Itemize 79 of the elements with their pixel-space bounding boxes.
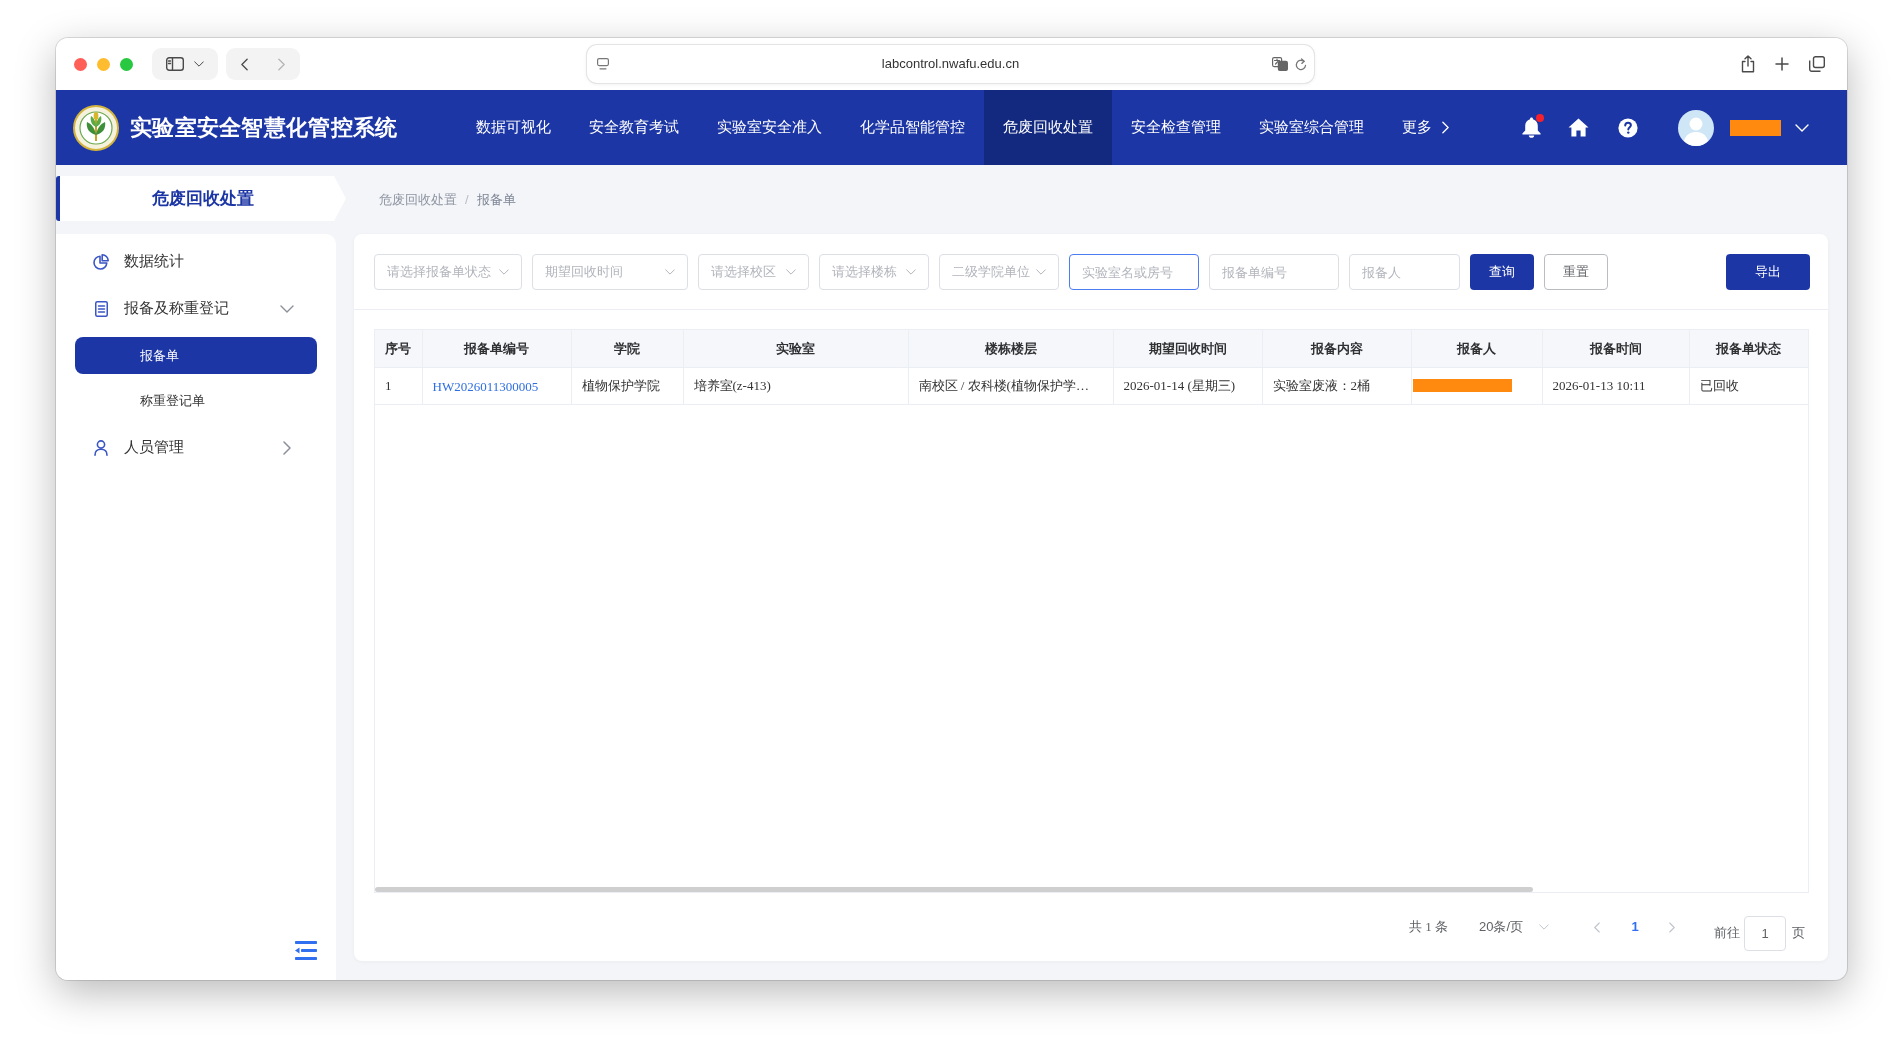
nav-tab[interactable]: 安全检查管理 (1112, 90, 1240, 165)
table-cell: 2026-01-13 10:11 (1542, 367, 1689, 404)
column-header: 序号 (375, 330, 422, 367)
table-cell: 植物保护学院 (571, 367, 683, 404)
close-window-button[interactable] (74, 57, 87, 71)
total-count: 共 1 条 (1408, 918, 1448, 937)
chevron-down-icon (665, 269, 675, 275)
nav-tab[interactable]: 数据可视化 (457, 90, 570, 165)
home-icon[interactable] (1568, 118, 1589, 137)
sidebar-menu-item[interactable]: 报备及称重登记 (56, 285, 336, 332)
column-header: 报备时间 (1542, 330, 1689, 367)
chevron-down-icon (906, 269, 916, 275)
person-icon (94, 439, 108, 456)
chevron-right-icon (1669, 921, 1675, 933)
nav-tab[interactable]: 危废回收处置 (984, 90, 1112, 165)
column-header: 报备单状态 (1689, 330, 1808, 367)
chevron-down-icon (1539, 924, 1549, 930)
table-cell: 培养室(z-413) (683, 367, 908, 404)
sidebar-menu-item[interactable]: 人员管理 (56, 424, 336, 471)
collapse-menu-icon[interactable] (295, 941, 317, 960)
nav-tab[interactable]: 安全教育考试 (570, 90, 698, 165)
chevron-down-icon (499, 269, 509, 275)
column-header: 期望回收时间 (1113, 330, 1262, 367)
chevron-down-icon (194, 61, 204, 67)
search-button[interactable]: 查询 (1470, 254, 1534, 290)
chevron-left-icon (1594, 921, 1600, 933)
pie-chart-icon (93, 253, 109, 270)
goto-label: 前往 (1714, 924, 1740, 943)
reload-icon[interactable] (1295, 57, 1307, 71)
horizontal-scrollbar[interactable] (375, 887, 1533, 892)
sidebar-toggle-button[interactable] (152, 48, 218, 80)
column-header: 学院 (571, 330, 683, 367)
text-input[interactable]: 实验室名或房号 (1069, 254, 1199, 290)
report-number-link[interactable]: HW2026011300005 (432, 378, 539, 394)
page-number-button[interactable]: 1 (1621, 913, 1649, 941)
new-tab-icon[interactable] (1775, 57, 1789, 71)
redaction-block (1730, 119, 1781, 136)
translate-icon[interactable] (1272, 57, 1288, 71)
table-cell: 南校区 / 农科楼(植物保护学… (908, 367, 1113, 404)
chevron-down-icon (786, 269, 796, 275)
table-cell: 1 (375, 367, 422, 404)
page-size-select[interactable]: 20条/页 (1478, 917, 1549, 937)
breadcrumb-separator: / (465, 190, 469, 209)
section-heading-card: 危废回收处置 (56, 176, 346, 221)
page-suffix: 页 (1792, 924, 1805, 943)
chevron-down-icon (1795, 123, 1809, 132)
column-header: 报备单编号 (422, 330, 571, 367)
reset-button[interactable]: 重置 (1544, 254, 1608, 290)
app-title: 实验室安全智慧化管控系统 (130, 114, 398, 142)
column-header: 报备人 (1411, 330, 1542, 367)
column-header: 楼栋楼层 (908, 330, 1113, 367)
page-input[interactable]: 1 (1744, 915, 1786, 951)
chevron-right-icon (278, 57, 285, 71)
export-button[interactable]: 导出 (1726, 254, 1810, 290)
sidebar-icon (166, 57, 184, 71)
chevron-left-icon (241, 57, 248, 71)
avatar-icon[interactable] (1678, 109, 1714, 146)
table-cell: 已回收 (1689, 367, 1808, 404)
bell-icon[interactable] (1522, 117, 1541, 138)
page-menu-icon[interactable] (597, 58, 609, 70)
nav-tab[interactable]: 实验室综合管理 (1240, 90, 1383, 165)
nav-tab[interactable]: 化学品智能管控 (841, 90, 984, 165)
breadcrumb-current: 报备单 (476, 190, 516, 209)
table-cell: 实验室废液：2桶 (1262, 367, 1411, 404)
address-bar[interactable]: labcontrol.nwafu.edu.cn (587, 45, 1314, 83)
column-header: 报备内容 (1262, 330, 1411, 367)
nav-tab[interactable]: 实验室安全准入 (698, 90, 841, 165)
chevron-down-icon (1036, 269, 1046, 275)
share-icon[interactable] (1741, 55, 1755, 73)
document-icon (94, 300, 108, 317)
column-header: 实验室 (683, 330, 908, 367)
help-icon[interactable] (1618, 117, 1638, 138)
wheat-emblem-icon (73, 104, 119, 151)
sidebar-menu-item[interactable]: 数据统计 (56, 238, 336, 285)
chevron-right-icon (1442, 121, 1449, 134)
tabs-overview-icon[interactable] (1809, 56, 1825, 72)
submenu-item[interactable]: 报备单 (75, 337, 317, 374)
table-cell: 2026-01-14 (星期三) (1113, 367, 1262, 404)
nav-tab[interactable]: 更多 (1383, 90, 1468, 165)
